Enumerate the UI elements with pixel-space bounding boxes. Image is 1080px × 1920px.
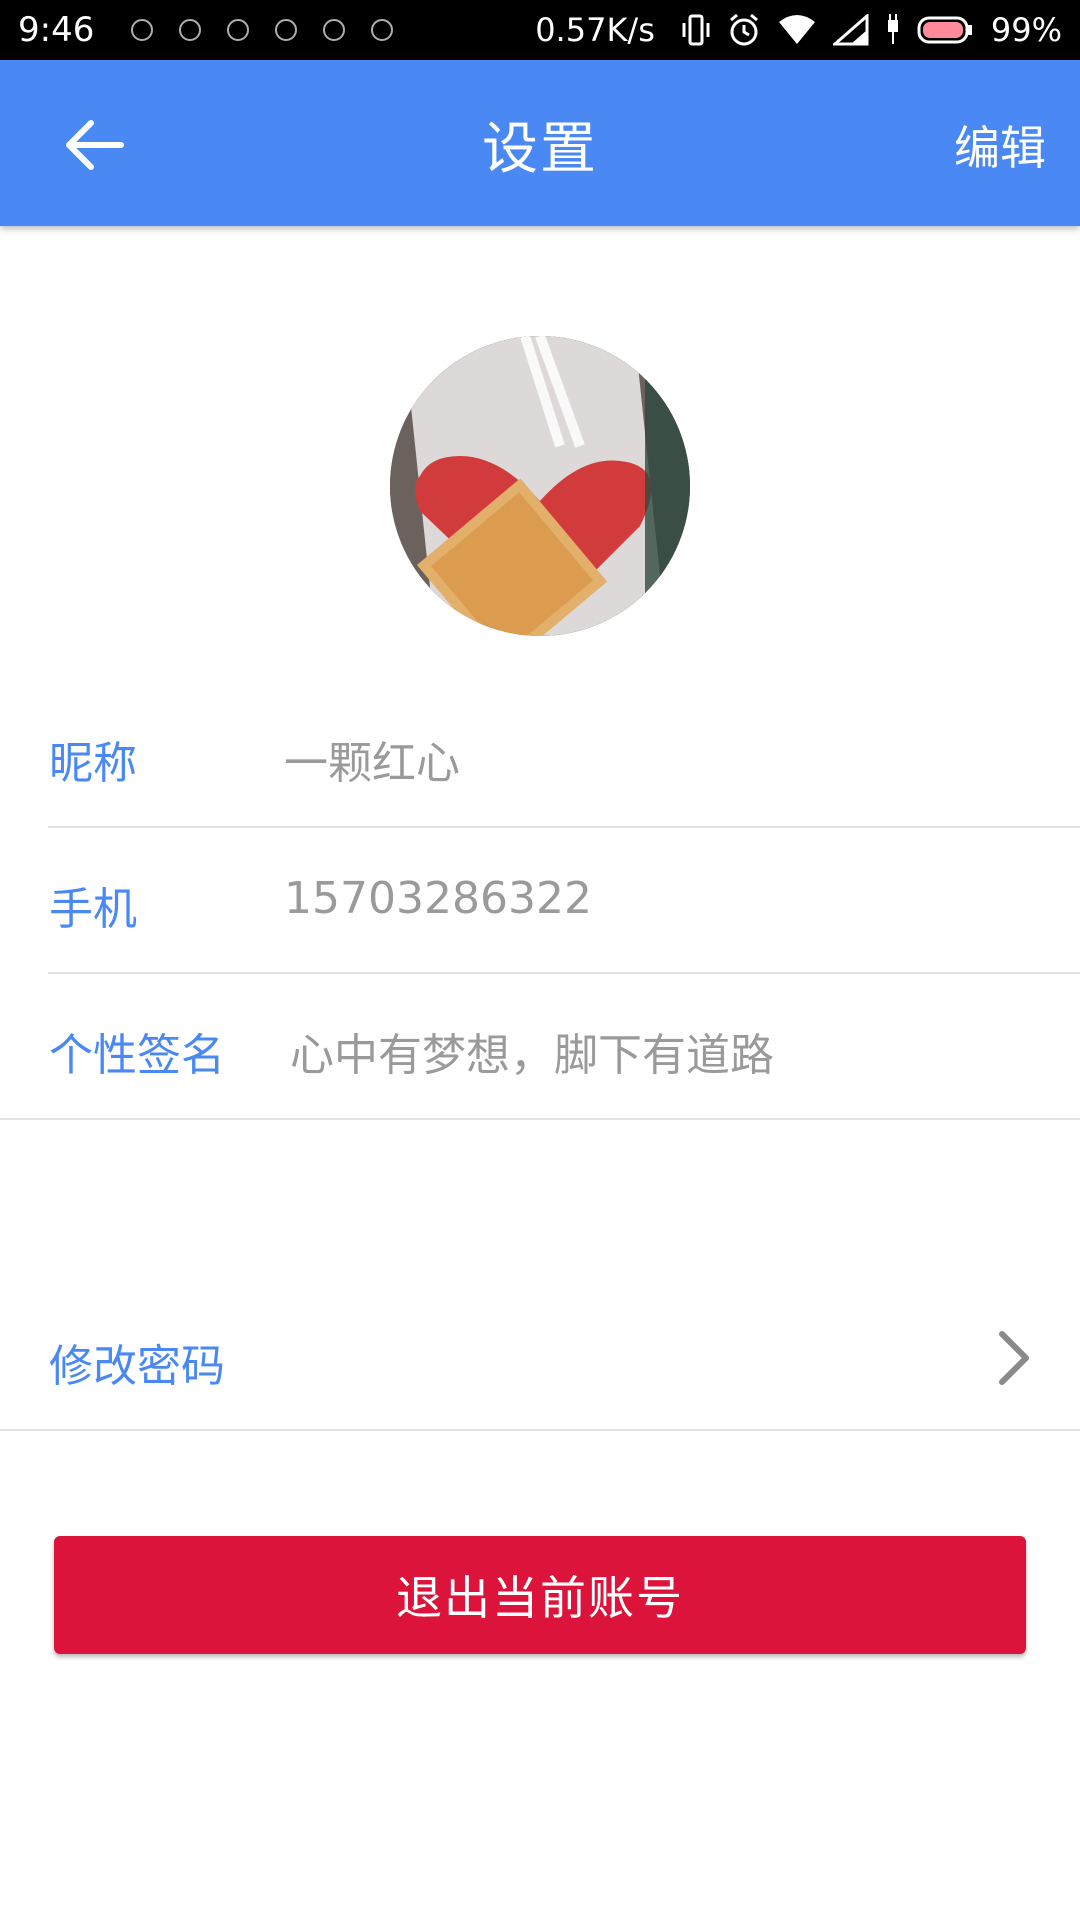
- app-bar: 设置 编辑: [0, 60, 1080, 226]
- phone-row[interactable]: 手机 15703286322: [0, 827, 1080, 973]
- phone-label: 手机: [49, 884, 137, 935]
- change-password-label: 修改密码: [49, 1341, 225, 1392]
- page-title: 设置: [482, 117, 598, 182]
- avatar[interactable]: [390, 336, 690, 636]
- nickname-value: 一颗红心: [284, 738, 460, 789]
- notification-app-icon: [371, 19, 394, 41]
- signature-value: 心中有梦想，脚下有道路: [290, 1030, 774, 1081]
- network-speed: 0.57K/s: [535, 11, 655, 49]
- vibrate-icon: [681, 13, 711, 47]
- notification-app-icon: [131, 19, 154, 41]
- wifi-icon: [777, 14, 817, 46]
- signature-row[interactable]: 个性签名 心中有梦想，脚下有道路: [0, 973, 1080, 1119]
- avatar-image: [390, 336, 690, 636]
- notification-app-icon: [323, 19, 346, 41]
- battery-icon: [917, 15, 973, 45]
- signal-icon: [832, 14, 869, 46]
- divider: [0, 1118, 1080, 1120]
- charging-icon: [885, 14, 901, 46]
- notification-qq-icon: [227, 19, 250, 41]
- status-bar: 9:46 0.57K/s 99%: [0, 0, 1080, 60]
- logout-button[interactable]: 退出当前账号: [54, 1536, 1026, 1654]
- edit-button[interactable]: 编辑: [954, 112, 1046, 178]
- status-time: 9:46: [18, 10, 95, 50]
- nickname-row[interactable]: 昵称 一颗红心: [0, 681, 1080, 827]
- battery-percent: 99%: [990, 11, 1062, 49]
- phone-value: 15703286322: [284, 873, 592, 924]
- change-password-row[interactable]: 修改密码: [0, 1284, 1080, 1430]
- chevron-right-icon: [999, 1331, 1029, 1385]
- signature-label: 个性签名: [49, 1030, 225, 1081]
- notification-app-icon: [275, 19, 298, 41]
- divider: [0, 1429, 1080, 1431]
- notification-app-icon: [179, 19, 202, 41]
- alarm-icon: [727, 13, 761, 47]
- nickname-label: 昵称: [49, 738, 137, 789]
